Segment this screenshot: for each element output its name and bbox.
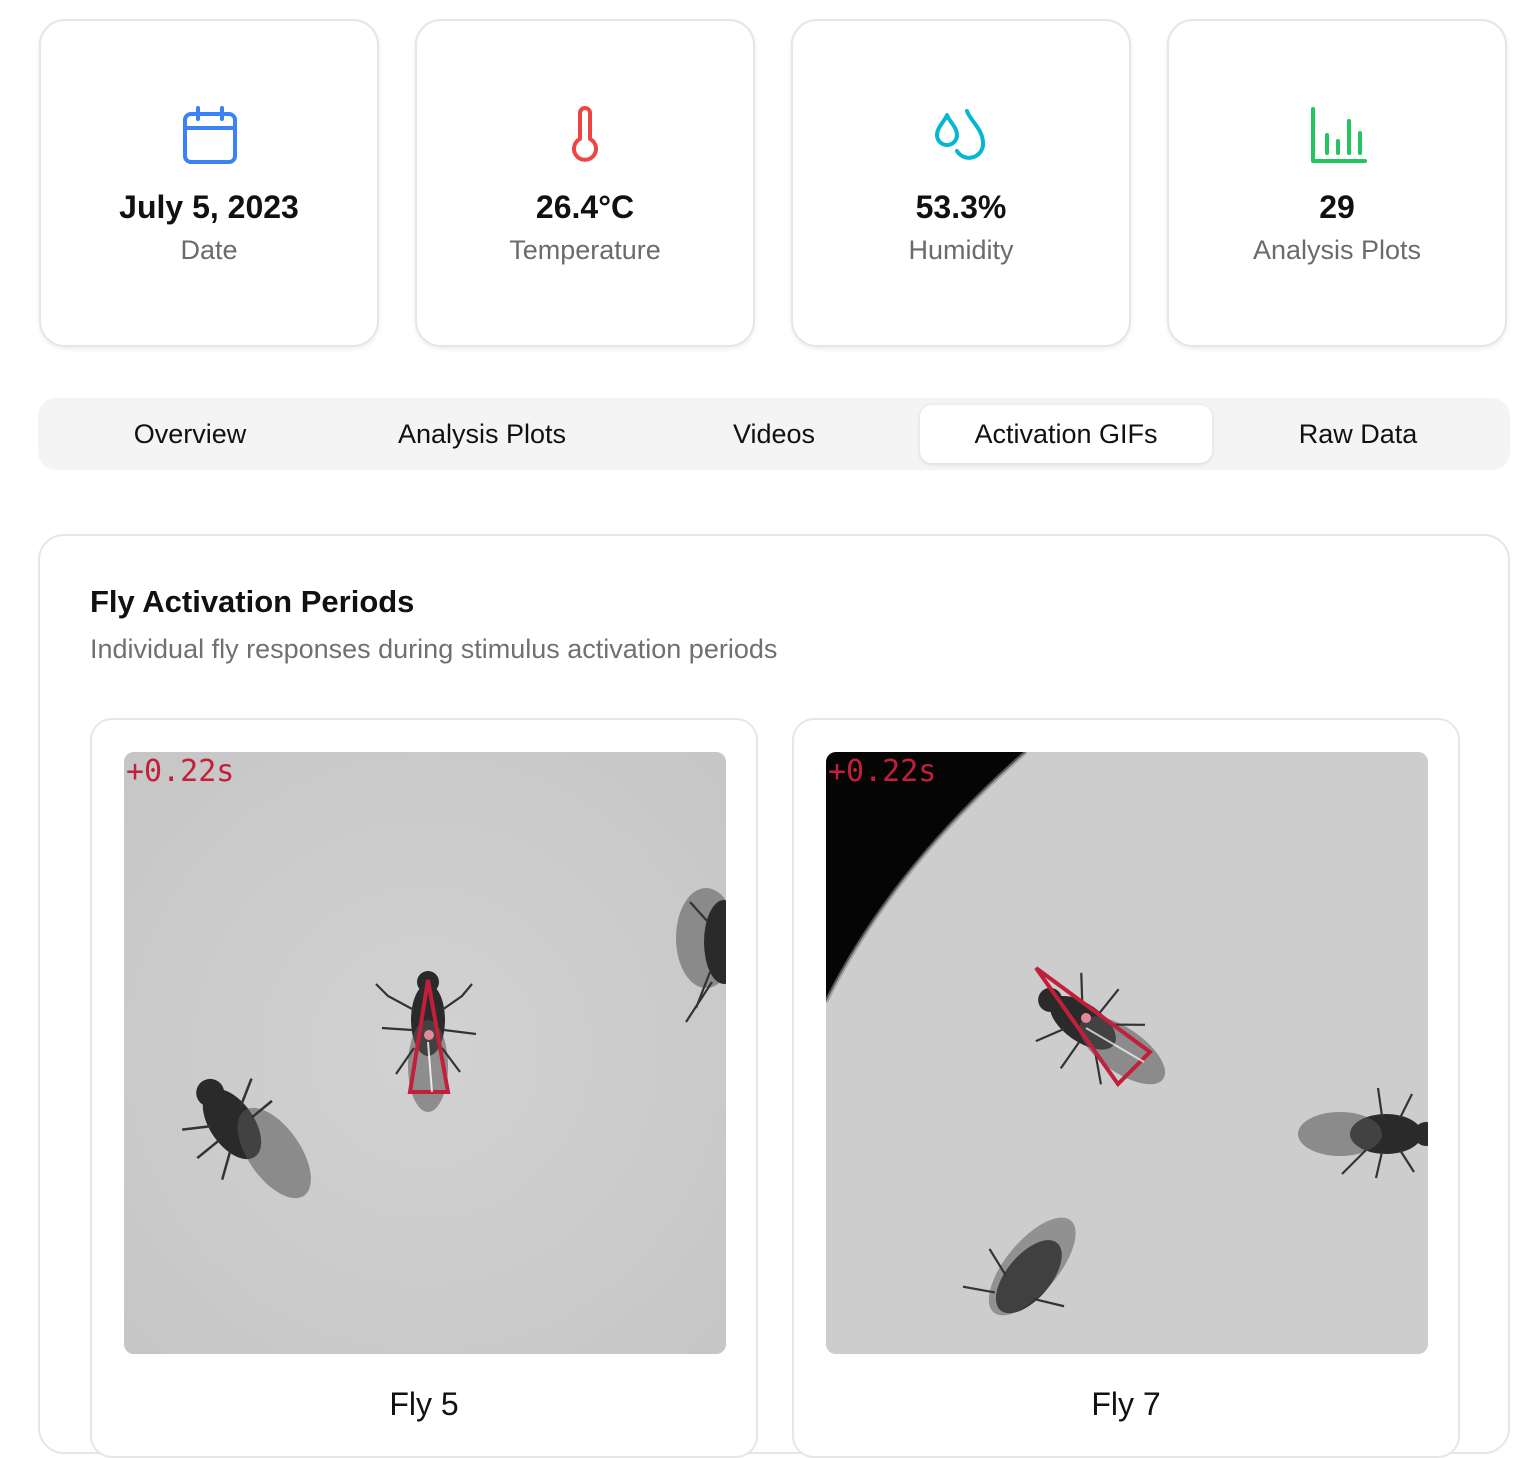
calendar-icon [41, 105, 377, 165]
tab-overview[interactable]: Overview [44, 405, 336, 463]
tab-activation-gifs[interactable]: Activation GIFs [920, 405, 1212, 463]
panel-title: Fly Activation Periods [90, 584, 415, 619]
droplets-icon [793, 105, 1129, 165]
gif-timestamp: +0.22s [126, 754, 235, 789]
gif-card-label: Fly 7 [1091, 1386, 1161, 1422]
tab-analysis-plots[interactable]: Analysis Plots [336, 405, 628, 463]
temperature-label: Temperature [509, 235, 661, 265]
stat-card-humidity: 53.3% Humidity [791, 19, 1131, 347]
temperature-value: 26.4°C [535, 189, 635, 225]
activation-panel: Fly Activation Periods Individual fly re… [38, 534, 1510, 1458]
tab-raw-data[interactable]: Raw Data [1212, 405, 1504, 463]
humidity-label: Humidity [908, 235, 1014, 265]
humidity-value: 53.3% [915, 189, 1007, 225]
stat-card-temperature: 26.4°C Temperature [415, 19, 755, 347]
panel-subtitle: Individual fly responses during stimulus… [90, 634, 778, 664]
date-value: July 5, 2023 [119, 189, 299, 225]
stat-card-date: July 5, 2023 Date [39, 19, 379, 347]
stat-card-analysis-plots: 29 Analysis Plots [1167, 19, 1507, 347]
gif-card-label: Fly 5 [389, 1386, 459, 1422]
analysis-plots-label: Analysis Plots [1252, 235, 1422, 265]
gif-timestamp: +0.22s [828, 754, 937, 789]
analysis-plots-value: 29 [1319, 189, 1355, 225]
gif-card-fly-7[interactable]: +0.22s Fly 7 [792, 718, 1460, 1458]
gif-card-fly-5[interactable]: +0.22s Fly 5 [90, 718, 758, 1458]
bar-chart-icon [1169, 105, 1505, 165]
activation-gif-image: +0.22s [826, 752, 1428, 1354]
thermometer-icon [417, 105, 753, 165]
activation-gif-image: +0.22s [124, 752, 726, 1354]
tab-videos[interactable]: Videos [628, 405, 920, 463]
date-label: Date [180, 235, 238, 265]
tab-bar: Overview Analysis Plots Videos Activatio… [38, 398, 1510, 470]
